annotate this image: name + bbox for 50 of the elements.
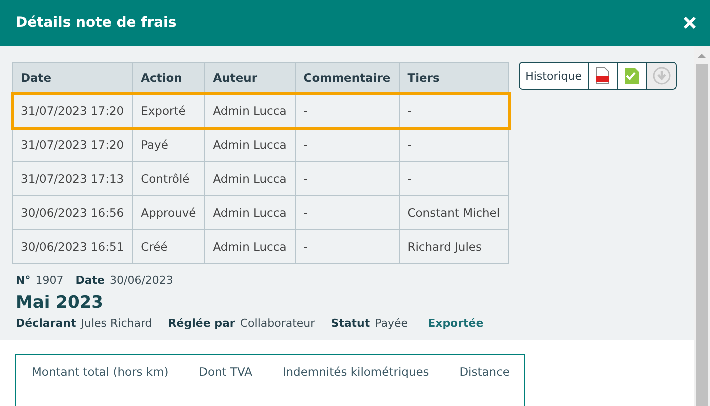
table-cell: Approuvé <box>132 196 205 230</box>
table-cell: - <box>399 128 509 162</box>
table-cell: Admin Lucca <box>204 128 296 162</box>
table-cell: Contrôlé <box>132 162 205 196</box>
summary-heading: Distance <box>460 365 510 381</box>
field-label: Réglée par <box>168 317 236 330</box>
dialog-title: Détails note de frais <box>16 15 177 31</box>
field-value: Collaborateur <box>240 317 316 330</box>
summary-heading: Montant total (hors km) <box>32 365 169 381</box>
summary-heading: Indemnités kilométriques <box>282 365 430 381</box>
number-label: N° <box>16 274 31 287</box>
close-button[interactable] <box>682 15 698 31</box>
field-label: Déclarant <box>16 317 76 330</box>
table-cell: Admin Lucca <box>204 162 296 196</box>
pdf-button[interactable] <box>589 63 618 89</box>
report-title: Mai 2023 <box>16 293 104 313</box>
table-cell: Richard Jules <box>399 230 509 264</box>
table-cell: 31/07/2023 17:13 <box>12 162 133 196</box>
table-cell: Créé <box>132 230 205 264</box>
table-cell: - <box>295 230 400 264</box>
table-cell: Admin Lucca <box>204 230 296 264</box>
field-value: Payée <box>375 317 408 330</box>
table-cell: Payé <box>132 128 205 162</box>
column-header: Auteur <box>204 62 296 94</box>
field-label: Statut <box>331 317 370 330</box>
table-cell: Admin Lucca <box>204 196 296 230</box>
table-cell: Constant Michel <box>399 196 509 230</box>
column-header: Tiers <box>399 62 509 94</box>
date-label: Date <box>76 274 105 287</box>
column-header: Action <box>132 62 205 94</box>
close-icon <box>682 15 698 31</box>
table-cell: - <box>295 128 400 162</box>
column-header: Date <box>12 62 133 94</box>
approve-button[interactable] <box>618 63 647 89</box>
table-cell: - <box>295 196 400 230</box>
date-value: 30/06/2023 <box>110 274 174 287</box>
export-status: Exportée <box>428 317 484 330</box>
table-cell: 31/07/2023 17:20 <box>12 128 133 162</box>
history-button[interactable]: Historique <box>520 63 589 89</box>
certificate-check-icon <box>624 67 640 85</box>
column-header: Commentaire <box>295 62 400 94</box>
download-icon <box>652 67 670 85</box>
number-value: 1907 <box>36 274 64 287</box>
summary-heading: Dont TVA <box>199 365 252 381</box>
table-cell: 30/06/2023 16:51 <box>12 230 133 264</box>
table-cell: - <box>399 162 509 196</box>
pdf-file-icon <box>595 67 611 85</box>
table-cell: 30/06/2023 16:56 <box>12 196 133 230</box>
field-value: Jules Richard <box>81 317 152 330</box>
table-cell: - <box>295 162 400 196</box>
